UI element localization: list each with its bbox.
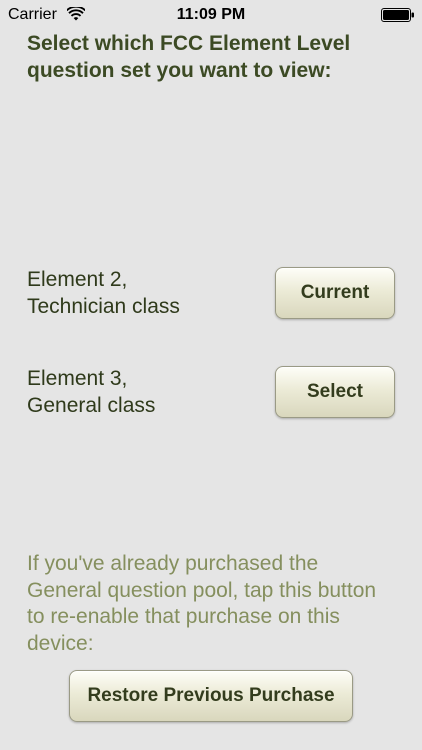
current-button[interactable]: Current: [275, 267, 395, 319]
element-2-label: Element 2, Technician class: [27, 268, 180, 318]
battery-icon: [381, 8, 414, 22]
element-3-label: Element 3, General class: [27, 367, 156, 417]
restore-info-text: If you've already purchased the General …: [27, 552, 377, 655]
select-button[interactable]: Select: [275, 366, 395, 418]
status-bar: Carrier 11:09 PM: [0, 0, 422, 30]
clock-time: 11:09 PM: [176, 6, 246, 23]
page-title: Select which FCC Element Level question …: [27, 32, 351, 82]
restore-purchase-button[interactable]: Restore Previous Purchase: [69, 670, 353, 722]
